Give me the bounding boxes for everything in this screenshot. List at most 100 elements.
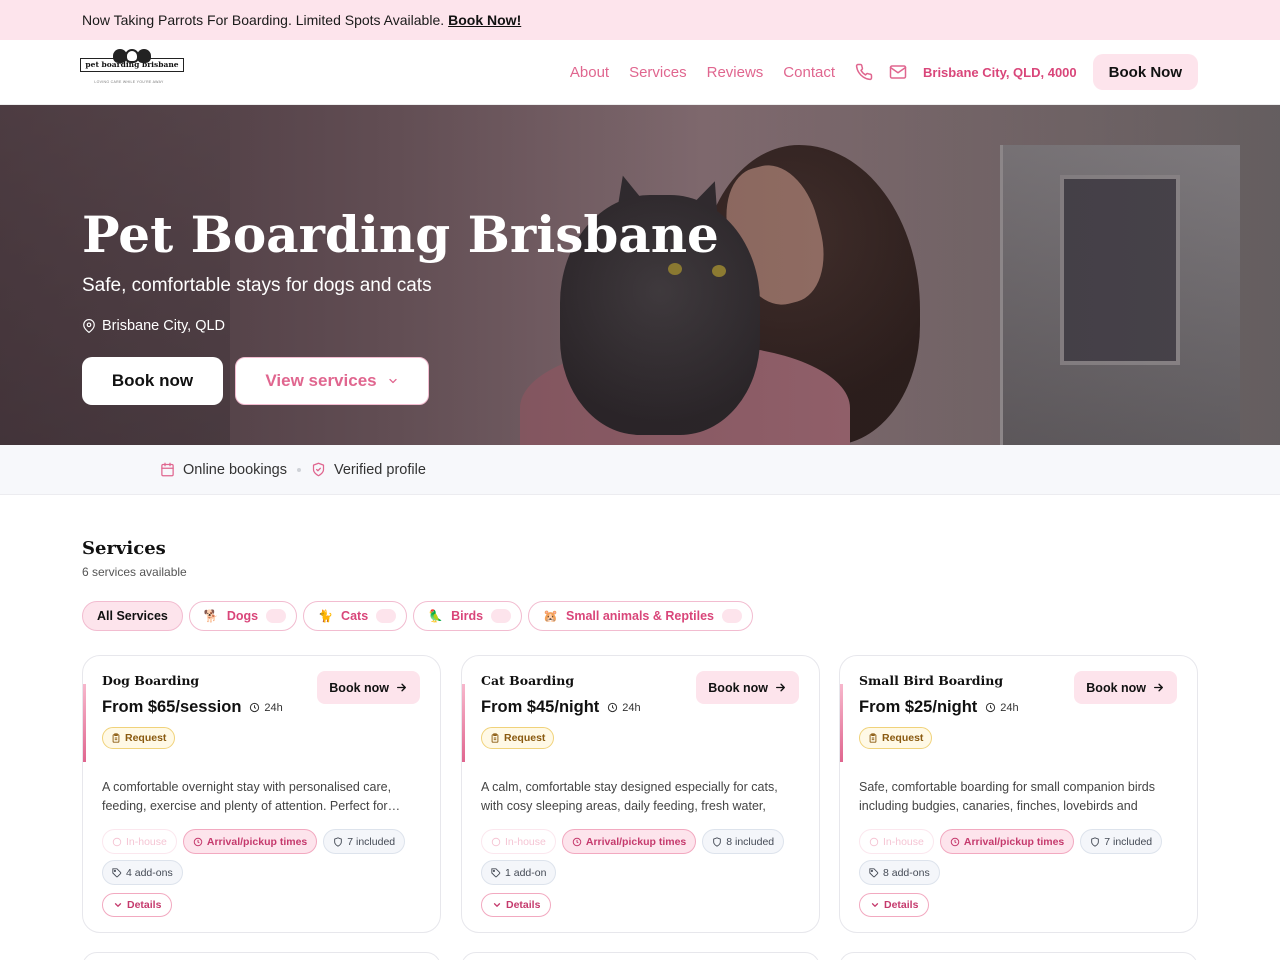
in-house-text: In-house: [883, 835, 924, 848]
logo-dogs-graphic: [103, 48, 161, 63]
filter-label: Small animals & Reptiles: [566, 609, 714, 623]
hero-subtitle: Safe, comfortable stays for dogs and cat…: [82, 275, 432, 296]
view-services-button[interactable]: View services: [235, 357, 429, 405]
chevron-down-icon: [388, 378, 397, 384]
site-header: pet boarding brisbane LOVING CARE WHILE …: [0, 40, 1280, 105]
announcement-book-link[interactable]: Book Now!: [448, 12, 521, 28]
in-house-text: In-house: [505, 835, 546, 848]
service-price: From $45/night 24h: [481, 698, 641, 717]
site-logo[interactable]: pet boarding brisbane LOVING CARE WHILE …: [80, 48, 184, 96]
arrival-times-text: Arrival/pickup times: [206, 835, 308, 848]
filter-label: All Services: [97, 609, 168, 623]
details-button[interactable]: Details: [859, 893, 930, 917]
service-duration: 24h: [607, 702, 641, 714]
header-location[interactable]: Brisbane City, QLD, 4000: [923, 65, 1077, 80]
card-book-button[interactable]: Book now: [1074, 671, 1177, 704]
calendar-icon: [161, 462, 174, 477]
included-text: 7 included: [1104, 835, 1153, 848]
filter-small-animals[interactable]: 🐹 Small animals & Reptiles: [528, 601, 753, 631]
clock-icon: [193, 837, 203, 846]
service-card-small-bird-boarding: Small Bird Boarding From $25/night 24h B…: [839, 655, 1198, 933]
arrow-right-icon: [776, 683, 785, 692]
addons-text: 4 add-ons: [126, 866, 173, 879]
service-name: Small Bird Boarding: [859, 673, 1004, 688]
home-icon: [869, 837, 879, 846]
separator-dot: [297, 467, 301, 472]
card-book-label: Book now: [1086, 680, 1146, 695]
hero-section: Pet Boarding Brisbane Safe, comfortable …: [0, 105, 1280, 445]
view-services-label: View services: [265, 371, 377, 390]
clock-icon: [986, 702, 996, 713]
card-book-button[interactable]: Book now: [696, 671, 799, 704]
request-text: Request: [125, 732, 167, 744]
clipboard-icon: [491, 733, 499, 743]
arrow-right-icon: [1154, 683, 1163, 692]
request-text: Request: [504, 732, 546, 744]
included-tag[interactable]: 7 included: [323, 829, 406, 854]
home-icon: [112, 837, 122, 846]
parrot-icon: 🦜: [428, 609, 444, 623]
duration-text: 24h: [264, 701, 283, 714]
included-tag[interactable]: 8 included: [702, 829, 785, 854]
cat-icon: 🐈: [318, 609, 334, 623]
clock-icon: [250, 702, 260, 713]
request-text: Request: [882, 732, 924, 744]
nav-services[interactable]: Services: [629, 64, 687, 81]
arrival-times-tag[interactable]: Arrival/pickup times: [939, 829, 1075, 854]
filter-dogs[interactable]: 🐕 Dogs: [188, 601, 298, 631]
logo-tagline: LOVING CARE WHILE YOU'RE AWAY: [94, 79, 164, 84]
addons-tag[interactable]: 4 add-ons: [102, 860, 183, 885]
addons-tag[interactable]: 1 add-on: [481, 860, 557, 885]
filter-label: Dogs: [226, 609, 259, 623]
nav-reviews[interactable]: Reviews: [707, 64, 764, 81]
card-book-button[interactable]: Book now: [317, 671, 420, 704]
chevron-down-icon: [871, 903, 879, 907]
phone-icon[interactable]: [855, 63, 873, 81]
main-nav: About Services Reviews Contact Brisbane …: [570, 54, 1198, 90]
hero-location-text: Brisbane City, QLD: [102, 318, 226, 334]
included-tag[interactable]: 7 included: [1080, 829, 1163, 854]
clock-icon: [608, 702, 618, 713]
nav-contact[interactable]: Contact: [783, 64, 835, 81]
nav-about[interactable]: About: [570, 64, 609, 81]
mail-icon[interactable]: [889, 63, 907, 81]
arrival-times-tag[interactable]: Arrival/pickup times: [561, 829, 697, 854]
filter-count-pill: [376, 609, 397, 623]
service-description: A calm, comfortable stay designed especi…: [481, 780, 778, 813]
home-icon: [491, 837, 501, 846]
clipboard-icon: [112, 733, 120, 743]
tag-icon: [112, 867, 122, 877]
filter-count-pill: [721, 609, 742, 623]
online-bookings-badge: Online bookings: [160, 462, 287, 478]
arrival-times-tag[interactable]: Arrival/pickup times: [182, 829, 318, 854]
service-filters: All Services 🐕 Dogs 🐈 Cats 🦜 Birds 🐹 Sma…: [82, 601, 759, 631]
arrow-right-icon: [397, 683, 406, 692]
shield-check-icon: [312, 462, 325, 477]
filter-cats[interactable]: 🐈 Cats: [303, 601, 408, 631]
arrival-times-text: Arrival/pickup times: [585, 835, 687, 848]
addons-text: 1 add-on: [505, 866, 547, 879]
addons-tag[interactable]: 8 add-ons: [859, 860, 940, 885]
service-name: Dog Boarding: [102, 673, 200, 688]
card-book-label: Book now: [708, 680, 768, 695]
details-button[interactable]: Details: [481, 893, 552, 917]
filter-all-services[interactable]: All Services: [82, 601, 183, 631]
header-book-button[interactable]: Book Now: [1092, 54, 1198, 90]
clock-icon: [572, 837, 582, 846]
service-description: Safe, comfortable boarding for small com…: [859, 780, 1155, 813]
map-pin-icon: [83, 319, 95, 333]
hero-book-button[interactable]: Book now: [82, 357, 223, 405]
clock-icon: [950, 837, 960, 846]
services-title: Services: [82, 538, 166, 559]
trust-strip: Online bookings Verified profile: [0, 445, 1280, 495]
filter-label: Cats: [341, 609, 369, 623]
filter-birds[interactable]: 🦜 Birds: [413, 601, 523, 631]
addons-text: 8 add-ons: [883, 866, 930, 879]
filter-count-pill: [491, 609, 512, 623]
service-price: From $65/session 24h: [102, 698, 283, 717]
details-button[interactable]: Details: [102, 893, 173, 917]
tag-icon: [491, 867, 501, 877]
filter-label: Birds: [451, 609, 484, 623]
clipboard-icon: [869, 733, 877, 743]
service-price-text: From $65/session: [102, 698, 242, 716]
